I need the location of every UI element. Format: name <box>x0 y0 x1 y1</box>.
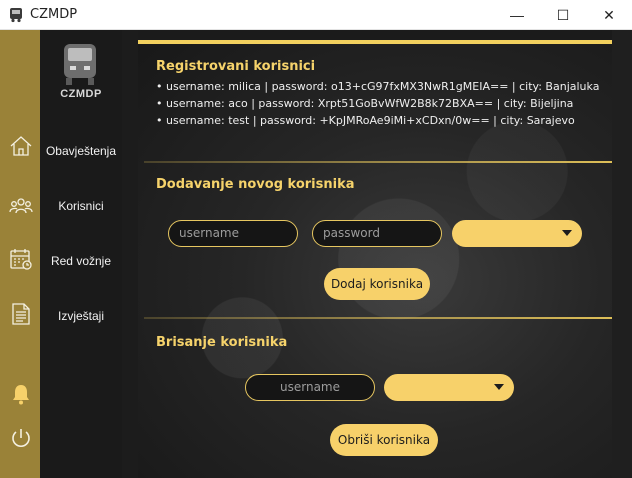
nav-sidebar: CZMDP Obavještenja Korisnici Red vožnje … <box>40 30 122 478</box>
app-bus-icon <box>10 8 22 23</box>
logo-text: CZMDP <box>60 88 102 100</box>
maximize-icon: ☐ <box>556 6 570 23</box>
add-password-input[interactable]: password <box>312 220 442 247</box>
calendar-icon[interactable] <box>9 247 33 271</box>
power-icon[interactable] <box>9 426 33 450</box>
registered-users-title: Registrovani korisnici <box>156 59 316 74</box>
close-button[interactable]: ✕ <box>586 0 632 30</box>
section-divider <box>144 317 612 319</box>
minimize-icon: — <box>510 7 524 23</box>
chevron-down-icon <box>562 230 572 236</box>
sidebar-item-obavjestenja[interactable]: Obavještenja <box>40 144 122 158</box>
window-title: CZMDP <box>30 7 78 22</box>
add-user-button[interactable]: Dodaj korisnika <box>324 268 430 300</box>
delete-user-select[interactable] <box>384 374 514 401</box>
main-panel: Registrovani korisnici • username: milica… <box>138 40 612 478</box>
user-list-item: • username: aco | password: Xrpt51GoBvWfW… <box>156 97 574 110</box>
delete-user-title: Brisanje korisnika <box>156 335 288 350</box>
add-user-title: Dodavanje novog korisnika <box>156 177 355 192</box>
document-icon[interactable] <box>9 302 33 326</box>
chevron-down-icon <box>494 384 504 390</box>
sidebar-item-red-voznje[interactable]: Red vožnje <box>40 254 122 268</box>
minimize-button[interactable]: — <box>494 0 540 30</box>
add-city-select[interactable] <box>452 220 582 247</box>
add-username-input[interactable]: username <box>168 220 298 247</box>
home-icon[interactable] <box>9 134 33 158</box>
maximize-button[interactable]: ☐ <box>540 0 586 30</box>
icon-sidebar <box>0 30 40 478</box>
window-edge <box>612 30 632 478</box>
section-divider <box>144 161 612 163</box>
bell-icon[interactable] <box>9 382 33 406</box>
sidebar-item-korisnici[interactable]: Korisnici <box>40 199 122 213</box>
title-bar: CZMDP — ☐ ✕ <box>0 0 632 30</box>
delete-user-button[interactable]: Obriši korisnika <box>330 424 438 456</box>
user-list-item: • username: milica | password: o13+cG97fx… <box>156 80 600 93</box>
spacer <box>122 30 138 478</box>
top-accent-line <box>138 40 612 44</box>
user-list-item: • username: test | password: +KpJMRoAe9iM… <box>156 114 575 127</box>
users-icon[interactable] <box>9 194 33 218</box>
close-icon: ✕ <box>603 6 615 23</box>
sidebar-item-izvjestaji[interactable]: Izvještaji <box>40 309 122 323</box>
delete-username-input[interactable]: username <box>245 374 375 401</box>
logo-bus-icon <box>64 44 96 85</box>
